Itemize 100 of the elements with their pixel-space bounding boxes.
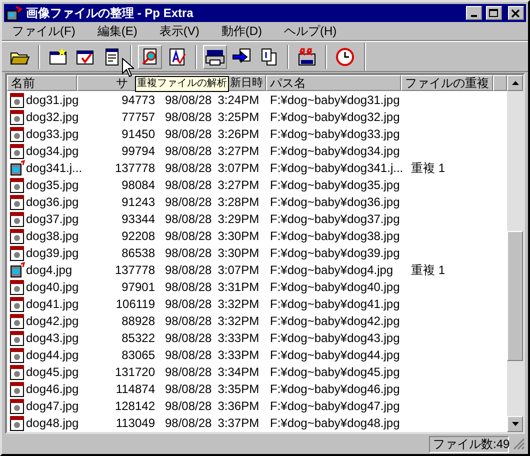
file-path: F:¥dog~baby¥dog4.jpg	[270, 262, 394, 276]
image-file-icon	[9, 108, 25, 124]
file-size: 114874	[116, 380, 155, 398]
file-size: 77757	[122, 108, 155, 126]
file-path: F:¥dog~baby¥dog31.jpg	[270, 92, 400, 106]
file-date: 98/08/28	[165, 210, 212, 228]
file-time: 3:25PM	[218, 108, 260, 126]
image-file-icon	[9, 296, 25, 312]
letter-check-icon	[167, 46, 187, 66]
file-path: F:¥dog~baby¥dog341.j...	[270, 160, 404, 174]
file-name[interactable]: dog31.jpg	[26, 90, 79, 108]
file-name[interactable]: dog45.jpg	[26, 362, 79, 380]
file-size: 97901	[122, 278, 155, 296]
rename-window-icon	[297, 46, 317, 66]
file-date: 98/08/28	[165, 312, 212, 330]
duplicate-label: 重複 1	[411, 160, 446, 174]
file-path: F:¥dog~baby¥dog46.jpg	[270, 382, 400, 396]
scroll-thumb[interactable]	[507, 231, 523, 361]
toolbar-button[interactable]	[203, 44, 227, 68]
menu-item[interactable]: ヘルプ(H)	[278, 22, 343, 40]
file-date: 98/08/28	[165, 330, 212, 346]
file-name[interactable]: dog37.jpg	[26, 210, 79, 228]
file-date: 98/08/28	[165, 380, 212, 398]
file-name[interactable]: dog41.jpg	[26, 294, 79, 312]
file-time: 3:30PM	[218, 228, 260, 244]
file-path: F:¥dog~baby¥dog47.jpg	[270, 398, 400, 412]
image-file-icon	[9, 346, 25, 362]
file-size: 91450	[122, 126, 155, 142]
file-name[interactable]: dog35.jpg	[26, 176, 79, 194]
image-file-icon	[9, 278, 25, 294]
file-size: 131720	[114, 364, 155, 380]
menu-item[interactable]: 表示(V)	[153, 22, 206, 40]
file-name[interactable]: dog43.jpg	[26, 328, 79, 346]
image-file-icon	[9, 126, 25, 142]
file-size: 83065	[122, 346, 155, 364]
file-name[interactable]: dog33.jpg	[26, 124, 79, 142]
file-time: 3:07PM	[218, 262, 260, 278]
window-icon	[48, 46, 68, 66]
file-time: 3:24PM	[218, 92, 260, 108]
image-file-icon	[9, 176, 25, 192]
file-date: 98/08/28	[165, 346, 212, 364]
file-name[interactable]: dog47.jpg	[26, 396, 79, 414]
scrollbar[interactable]	[507, 75, 523, 432]
file-size: 86538	[122, 244, 155, 262]
clock-icon	[335, 46, 355, 66]
scroll-down-button[interactable]	[507, 416, 523, 432]
file-name[interactable]: dog46.jpg	[26, 380, 79, 398]
minimize-button[interactable]	[466, 6, 482, 20]
file-date: 98/08/28	[165, 398, 212, 414]
menu-item[interactable]: 動作(D)	[215, 22, 268, 40]
file-time: 3:35PM	[218, 380, 260, 398]
file-time: 3:27PM	[218, 176, 260, 194]
image-file-icon	[9, 398, 25, 414]
program-file-icon	[9, 262, 25, 278]
maximize-button[interactable]	[486, 6, 502, 20]
file-name[interactable]: dog44.jpg	[26, 346, 79, 364]
file-date: 98/08/28	[165, 92, 212, 108]
file-size: 106119	[116, 296, 155, 312]
file-name[interactable]: dog4.jpg	[26, 260, 72, 278]
file-path: F:¥dog~baby¥dog48.jpg	[270, 416, 400, 430]
image-file-icon	[9, 330, 25, 346]
image-file-icon	[9, 380, 25, 396]
column-header[interactable]: 名前	[7, 75, 77, 91]
file-size: 99794	[122, 142, 155, 160]
file-name[interactable]: dog32.jpg	[26, 108, 79, 126]
file-time: 3:07PM	[218, 160, 260, 176]
file-date: 98/08/28	[165, 194, 212, 210]
file-size: 91243	[122, 194, 155, 210]
file-time: 3:34PM	[218, 364, 260, 380]
image-file-icon	[9, 210, 25, 226]
file-size: 94773	[122, 92, 155, 108]
column-header[interactable]: ファイルの重複	[401, 75, 493, 91]
column-header[interactable]: パス名	[266, 75, 401, 91]
tooltip: 重複ファイルの解析	[135, 76, 229, 92]
file-size: 85322	[122, 330, 155, 346]
file-date: 98/08/28	[165, 142, 212, 160]
column-header[interactable]	[493, 75, 507, 91]
file-date: 98/08/28	[165, 262, 212, 278]
file-name[interactable]: dog39.jpg	[26, 244, 79, 262]
file-name[interactable]: dog48.jpg	[26, 414, 79, 432]
toolbar-button[interactable]	[138, 44, 162, 68]
file-name[interactable]: dog38.jpg	[26, 226, 79, 244]
menu-item[interactable]: 編集(E)	[91, 22, 144, 40]
file-path: F:¥dog~baby¥dog38.jpg	[270, 228, 400, 242]
file-name[interactable]: dog34.jpg	[26, 142, 79, 160]
close-button[interactable]	[508, 6, 524, 20]
file-name[interactable]: dog40.jpg	[26, 278, 79, 296]
close-icon	[511, 8, 521, 18]
file-time: 3:33PM	[218, 346, 260, 364]
file-name[interactable]: dog36.jpg	[26, 192, 79, 210]
file-path: F:¥dog~baby¥dog33.jpg	[270, 126, 400, 140]
file-date: 98/08/28	[165, 126, 212, 142]
image-file-icon	[9, 228, 25, 244]
file-size: 93344	[122, 210, 155, 228]
scroll-up-button[interactable]	[507, 75, 523, 91]
file-size: 113049	[116, 414, 155, 432]
file-name[interactable]: dog42.jpg	[26, 312, 79, 330]
image-file-icon	[9, 194, 25, 210]
menu-item[interactable]: ファイル(F)	[6, 22, 82, 40]
file-name[interactable]: dog341.j...	[26, 158, 82, 176]
